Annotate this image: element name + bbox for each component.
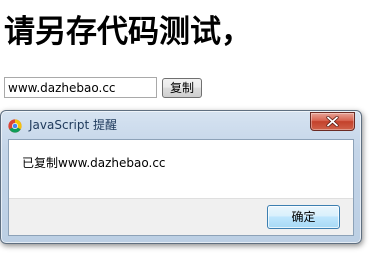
page-title: 请另存代码测试， <box>4 14 252 50</box>
dialog-body: 已复制www.dazhebao.cc 确定 <box>8 139 354 236</box>
javascript-alert-dialog: JavaScript 提醒 已复制www.dazhebao.cc 确定 <box>0 110 362 244</box>
dialog-footer: 确定 <box>9 198 353 235</box>
dialog-title: JavaScript 提醒 <box>29 118 117 132</box>
dialog-message: 已复制www.dazhebao.cc <box>22 156 166 170</box>
dialog-titlebar: JavaScript 提醒 <box>1 111 361 139</box>
url-input[interactable] <box>4 77 157 98</box>
close-button[interactable] <box>310 112 355 131</box>
ok-button[interactable]: 确定 <box>267 205 340 229</box>
chrome-icon <box>8 119 22 133</box>
copy-button[interactable]: 复制 <box>162 78 202 98</box>
close-icon <box>326 116 339 127</box>
page: 请另存代码测试， 复制 JavaScript 提醒 已复制www.dazheba <box>0 0 374 270</box>
